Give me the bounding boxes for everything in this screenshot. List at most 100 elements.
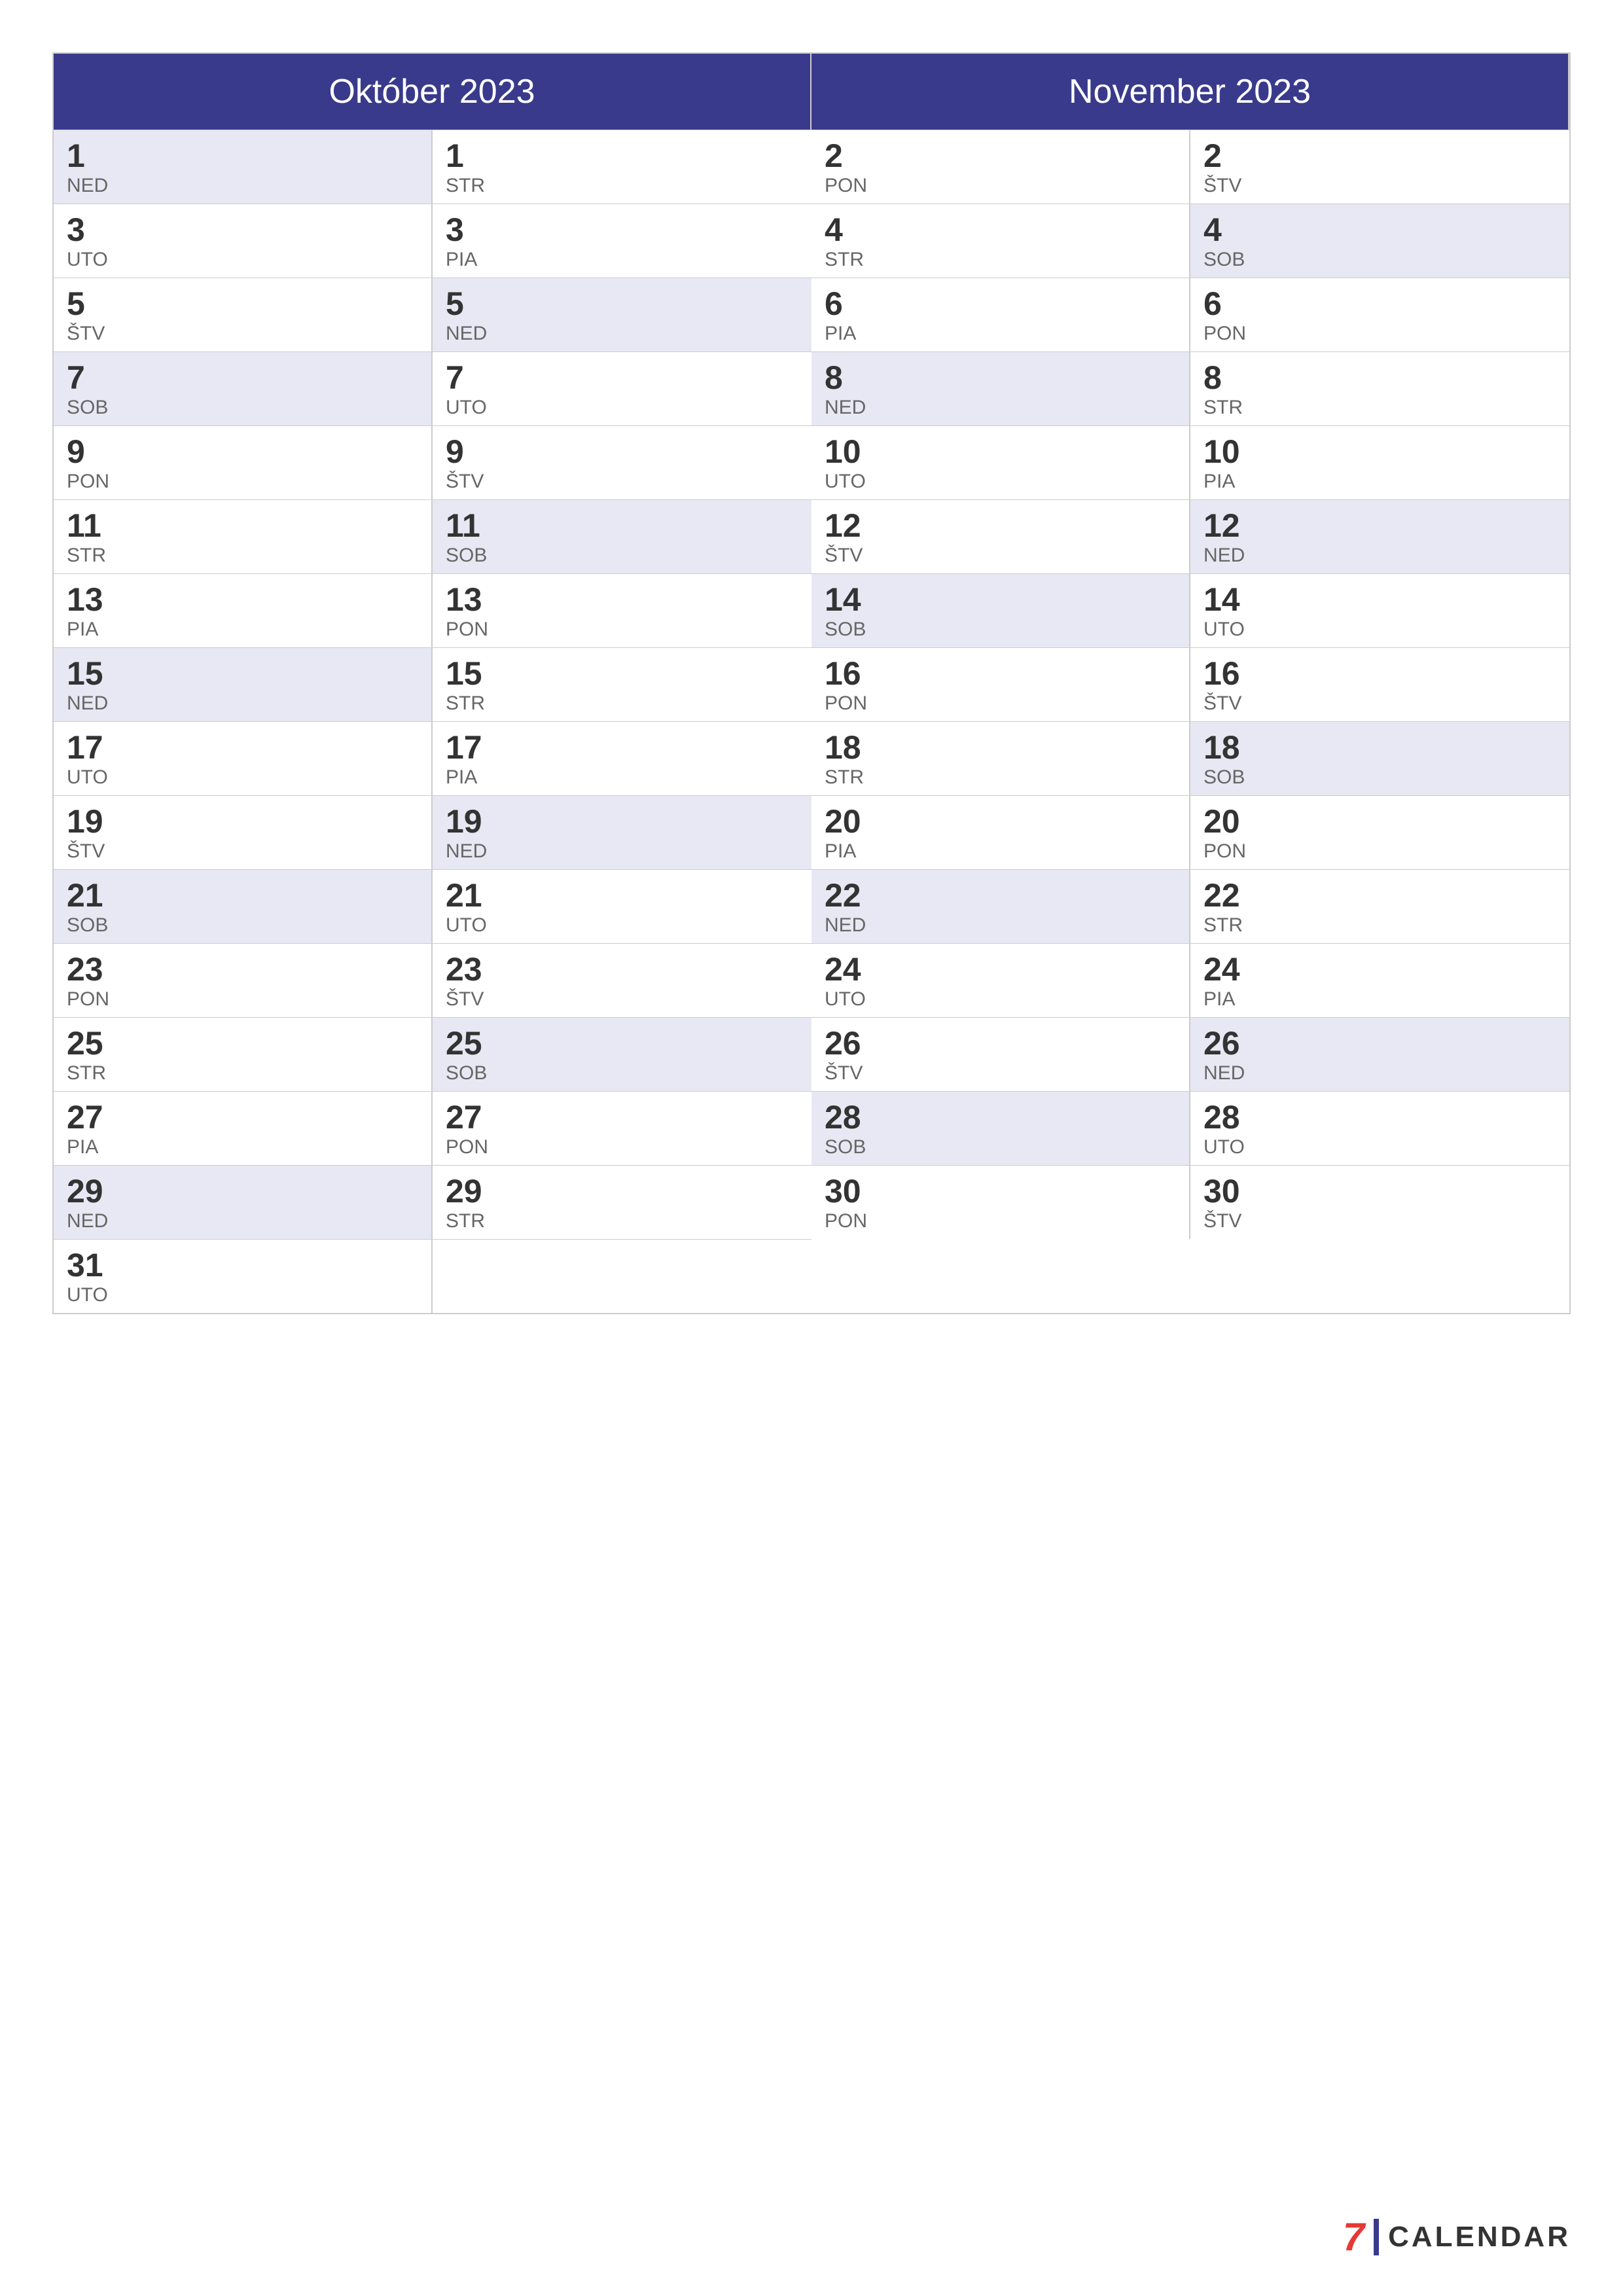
day-name: PIA xyxy=(825,323,1176,345)
day-number: 20 xyxy=(1204,805,1556,838)
november-day-18: 18SOB xyxy=(1190,722,1569,795)
day-number: 6 xyxy=(1204,287,1556,320)
october-day-13: 13PIA xyxy=(54,574,433,647)
day-name: SOB xyxy=(1204,249,1556,271)
november-empty xyxy=(433,1240,812,1313)
day-row: 16PON16ŠTV xyxy=(812,647,1569,721)
october-day-19: 19ŠTV xyxy=(54,796,433,869)
day-row: 2 PON 2ŠTV xyxy=(812,130,1569,204)
day-number: 18 xyxy=(825,731,1176,764)
logo: 7 CALENDAR xyxy=(1343,2217,1571,2257)
november-day-10: 10PIA xyxy=(1190,426,1569,499)
november-day-15: 15STR xyxy=(433,648,812,721)
day-name: STR xyxy=(825,249,1176,271)
day-number: 23 xyxy=(446,953,798,986)
october-day-26: 26ŠTV xyxy=(812,1018,1190,1091)
day-name: ŠTV xyxy=(825,1062,1176,1085)
day-number: 4 xyxy=(1204,213,1556,246)
day-name: NED xyxy=(1204,545,1556,567)
november-day-3: 3PIA xyxy=(433,204,812,278)
day-name: ŠTV xyxy=(446,988,798,1011)
day-number: 10 xyxy=(1204,435,1556,468)
day-name: NED xyxy=(1204,1062,1556,1085)
logo-text: CALENDAR xyxy=(1388,2221,1571,2253)
day-row: 21SOB 21UTO xyxy=(54,869,812,943)
day-name: NED xyxy=(446,840,798,863)
november-day-17: 17PIA xyxy=(433,722,812,795)
day-number: 9 xyxy=(67,435,418,468)
october-day-10: 10UTO xyxy=(812,426,1190,499)
november-day-5: 5NED xyxy=(433,278,812,351)
day-number: 15 xyxy=(446,657,798,690)
november-day-16: 16ŠTV xyxy=(1190,648,1569,721)
day-number: 8 xyxy=(825,361,1176,394)
logo-bar-icon xyxy=(1374,2219,1379,2255)
day-name: PIA xyxy=(446,766,798,789)
day-name: NED xyxy=(67,1210,418,1232)
day-name: PON xyxy=(446,619,798,641)
october-day-30: 30PON xyxy=(812,1166,1190,1239)
day-row: 31UTO xyxy=(54,1239,812,1313)
day-number: 13 xyxy=(446,583,798,616)
day-number: 2 xyxy=(825,139,1176,172)
day-row: 8NED8STR xyxy=(812,351,1569,425)
october-day-20: 20PIA xyxy=(812,796,1190,869)
day-number: 29 xyxy=(67,1175,418,1208)
october-day-6: 6PIA xyxy=(812,278,1190,351)
day-number: 11 xyxy=(446,509,798,542)
november-day-7: 7UTO xyxy=(433,352,812,425)
november-day-23: 23ŠTV xyxy=(433,944,812,1017)
day-number: 20 xyxy=(825,805,1176,838)
november-day-2: 2ŠTV xyxy=(1190,130,1569,204)
october-day-15: 15NED xyxy=(54,648,433,721)
october-day-21: 21SOB xyxy=(54,870,433,943)
day-number: 19 xyxy=(446,805,798,838)
day-number: 26 xyxy=(1204,1027,1556,1060)
day-row: 30PON30ŠTV xyxy=(812,1165,1569,1239)
day-row: 3UTO3PIA xyxy=(54,204,812,278)
day-number: 10 xyxy=(825,435,1176,468)
day-number: 25 xyxy=(67,1027,418,1060)
day-row: 7SOB7UTO xyxy=(54,351,812,425)
day-name: PON xyxy=(446,1136,798,1158)
day-number: 13 xyxy=(67,583,418,616)
day-row: 28SOB28UTO xyxy=(812,1091,1569,1165)
day-number: 27 xyxy=(67,1101,418,1134)
october-day-29: 29NED xyxy=(54,1166,433,1239)
day-name: STR xyxy=(67,545,418,567)
october-header: Október 2023 xyxy=(54,54,812,130)
day-name: STR xyxy=(825,766,1176,789)
day-name: PON xyxy=(825,1210,1176,1232)
october-day-14: 14SOB xyxy=(812,574,1190,647)
october-day-5: 5ŠTV xyxy=(54,278,433,351)
day-number: 5 xyxy=(67,287,418,320)
day-number: 5 xyxy=(446,287,798,320)
day-name: UTO xyxy=(446,397,798,419)
day-name: STR xyxy=(1204,914,1556,937)
day-name: STR xyxy=(446,692,798,715)
day-name: PON xyxy=(1204,323,1556,345)
day-number: 26 xyxy=(825,1027,1176,1060)
day-name: NED xyxy=(825,914,1176,937)
day-name: PON xyxy=(825,175,1176,197)
day-name: ŠTV xyxy=(1204,1210,1556,1232)
november-day-13: 13 PON xyxy=(433,574,812,647)
day-name: SOB xyxy=(446,1062,798,1085)
day-name: PIA xyxy=(1204,988,1556,1011)
day-name: UTO xyxy=(446,914,798,937)
november-day-12: 12NED xyxy=(1190,500,1569,573)
october-day-24: 24UTO xyxy=(812,944,1190,1017)
november-day-6: 6 PON xyxy=(1190,278,1569,351)
october-day-28: 28SOB xyxy=(812,1092,1190,1165)
day-number: 21 xyxy=(446,879,798,912)
day-name: ŠTV xyxy=(825,545,1176,567)
day-number: 9 xyxy=(446,435,798,468)
day-name: PIA xyxy=(67,1136,418,1158)
october-day-18: 18STR xyxy=(812,722,1190,795)
day-row: 23PON23ŠTV xyxy=(54,943,812,1017)
october-day-25: 25STR xyxy=(54,1018,433,1091)
day-number: 4 xyxy=(825,213,1176,246)
day-number: 3 xyxy=(67,213,418,246)
day-name: NED xyxy=(67,692,418,715)
day-number: 7 xyxy=(67,361,418,394)
